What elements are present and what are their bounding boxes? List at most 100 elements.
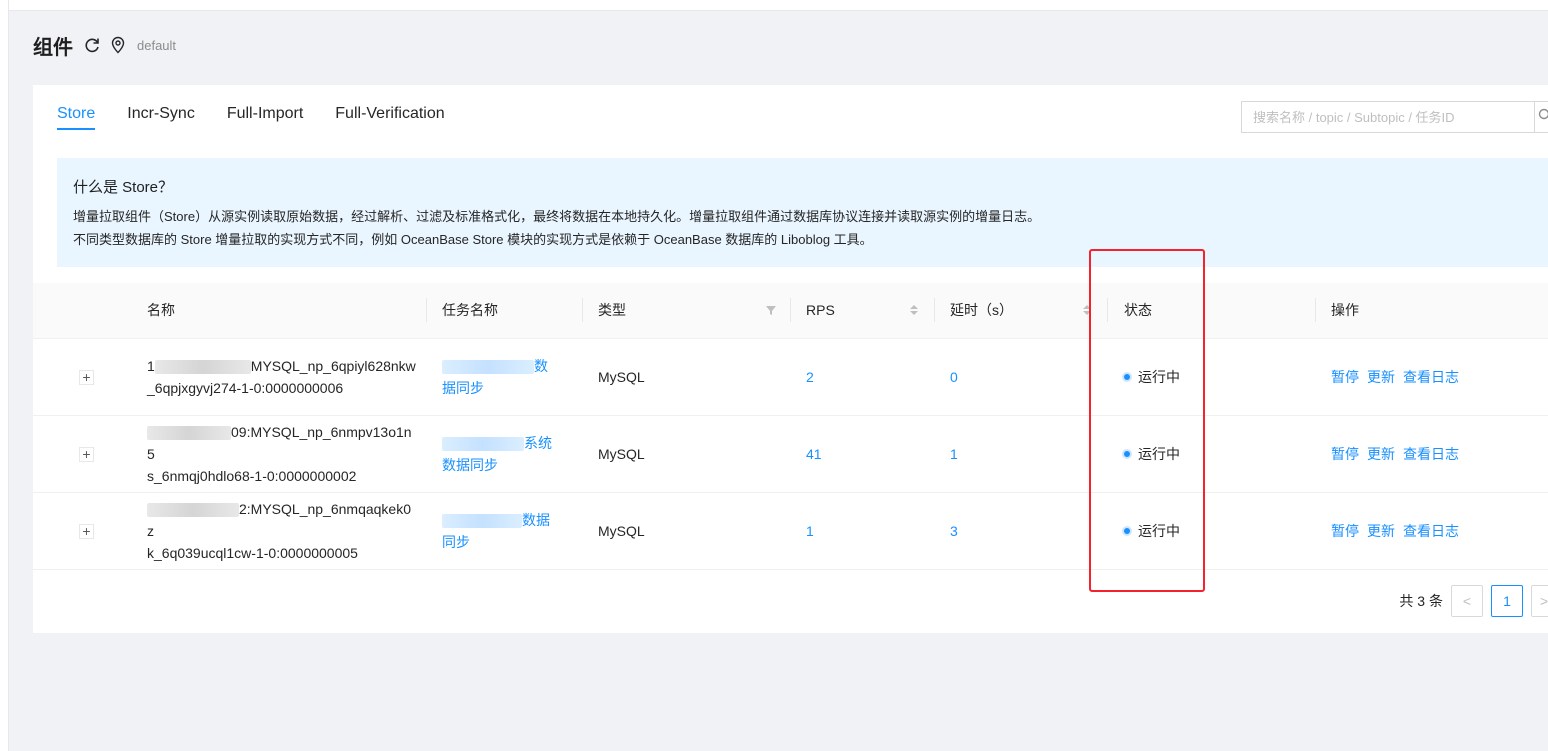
column-header-task: 任务名称 — [442, 302, 498, 318]
delay-value[interactable]: 3 — [950, 493, 958, 569]
column-header-delay: 延时（s） — [950, 302, 1013, 318]
table-row: + 09:MYSQL_np_6nmpv13o1n5 s_6nmqj0hdlo68… — [33, 416, 1548, 493]
prev-page-button[interactable]: < — [1451, 585, 1483, 617]
filter-icon[interactable] — [766, 303, 776, 317]
column-separator — [582, 298, 583, 322]
task-name-line-2: 数据同步 — [442, 457, 498, 473]
tab-incr-sync[interactable]: Incr-Sync — [127, 85, 195, 141]
pause-button[interactable]: 暂停 — [1331, 367, 1359, 387]
column-separator — [426, 298, 427, 322]
expand-row-button[interactable]: + — [79, 369, 94, 385]
info-description-line-2: 不同类型数据库的 Store 增量拉取的实现方式不同，例如 OceanBase … — [73, 232, 873, 247]
status-badge: 运行中 — [1138, 523, 1180, 539]
column-separator — [790, 298, 791, 322]
component-name: 2:MYSQL_np_6nmqaqkek0z k_6q039ucql1cw-1-… — [147, 498, 417, 564]
table-row: + 2:MYSQL_np_6nmqaqkek0z k_6q039ucql1cw-… — [33, 493, 1548, 570]
view-logs-button[interactable]: 查看日志 — [1403, 367, 1459, 387]
expand-row-button[interactable]: + — [79, 523, 94, 539]
top-bar — [0, 0, 1548, 11]
column-header-status: 状态 — [1124, 302, 1152, 318]
expand-cell: + — [79, 339, 94, 415]
pause-button[interactable]: 暂停 — [1331, 521, 1359, 541]
component-name: 09:MYSQL_np_6nmpv13o1n5 s_6nmqj0hdlo68-1… — [147, 421, 417, 487]
tab-full-verification[interactable]: Full-Verification — [335, 85, 444, 141]
status-running-dot — [1124, 528, 1130, 534]
status-badge: 运行中 — [1138, 446, 1180, 462]
name-cell: 1 MYSQL_np_6qpiyl628nkw _6qpjxgyvj274-1-0… — [147, 339, 417, 415]
tab-full-import[interactable]: Full-Import — [227, 85, 303, 141]
info-alert: 什么是 Store？ 增量拉取组件（Store）从源实例读取原始数据，经过解析、… — [57, 158, 1548, 267]
component-name: 1 MYSQL_np_6qpiyl628nkw _6qpjxgyvj274-1-0… — [147, 355, 417, 399]
update-button[interactable]: 更新 — [1367, 521, 1395, 541]
name-line-2: _6qpjxgyvj274-1-0:0000000006 — [147, 380, 344, 396]
column-separator — [934, 298, 935, 322]
task-name-line-2: 同步 — [442, 534, 470, 550]
redacted-mask — [154, 360, 251, 375]
task-name-link[interactable]: 数 据同步 — [442, 355, 562, 399]
redacted-mask — [147, 426, 231, 441]
view-logs-button[interactable]: 查看日志 — [1403, 444, 1459, 464]
next-page-button[interactable]: > — [1531, 585, 1548, 617]
sort-icon[interactable] — [909, 303, 919, 317]
status-cell: 运行中 — [1124, 416, 1180, 492]
page-1-button[interactable]: 1 — [1491, 585, 1523, 617]
ops-cell: 暂停 更新 查看日志 — [1331, 416, 1467, 492]
update-button[interactable]: 更新 — [1367, 367, 1395, 387]
name-cell: 2:MYSQL_np_6nmqaqkek0z k_6q039ucql1cw-1-… — [147, 493, 417, 569]
search-box — [1241, 101, 1548, 133]
location-pin-icon — [109, 36, 127, 54]
namespace-label: default — [137, 37, 177, 53]
name-line-2: s_6nmqj0hdlo68-1-0:0000000002 — [147, 468, 357, 484]
pagination-total: 共 3 条 — [1399, 593, 1443, 609]
column-separator — [1107, 298, 1108, 322]
component-tabs: Store Incr-Sync Full-Import Full-Verific… — [57, 85, 477, 141]
name-prefix: 1 — [147, 358, 155, 374]
column-header-type: 类型 — [598, 302, 626, 318]
status-running-dot — [1124, 451, 1130, 457]
task-name-line-1: 系统 — [524, 435, 552, 451]
rps-value[interactable]: 2 — [806, 339, 814, 415]
status-badge: 运行中 — [1138, 369, 1180, 385]
task-cell: 数据 同步 — [442, 493, 562, 569]
pagination: 共 3 条 < 1 > — [1399, 585, 1548, 617]
type-cell: MySQL — [598, 523, 645, 539]
name-line-2: k_6q039ucql1cw-1-0:0000000005 — [147, 545, 358, 561]
task-cell: 系统 数据同步 — [442, 416, 562, 492]
left-nav-edge — [0, 0, 9, 751]
search-button[interactable] — [1534, 101, 1548, 133]
table-row: + 1 MYSQL_np_6qpiyl628nkw _6qpjxgyvj274-1… — [33, 339, 1548, 416]
status-cell: 运行中 — [1124, 493, 1180, 569]
redacted-mask — [442, 360, 534, 375]
column-header-rps: RPS — [806, 302, 835, 318]
update-button[interactable]: 更新 — [1367, 444, 1395, 464]
info-description-line-1: 增量拉取组件（Store）从源实例读取原始数据，经过解析、过滤及标准格式化，最终… — [73, 209, 1041, 224]
tab-store[interactable]: Store — [57, 85, 96, 141]
expand-cell: + — [79, 493, 94, 569]
page-header: 组件 default — [33, 30, 176, 60]
redacted-mask — [442, 437, 524, 452]
type-cell: MySQL — [598, 369, 645, 385]
info-title: 什么是 Store？ — [73, 179, 174, 196]
search-icon — [1535, 108, 1548, 127]
page-title: 组件 — [33, 36, 73, 59]
pause-button[interactable]: 暂停 — [1331, 444, 1359, 464]
components-table: 名称 任务名称 类型 RPS 延时（s） 状态 操作 + 1 MYSQL_np_… — [33, 283, 1548, 570]
name-line-1: MYSQL_np_6qpiyl628nkw — [250, 358, 416, 374]
status-running-dot — [1124, 374, 1130, 380]
task-name-line-1: 数 — [534, 358, 548, 374]
expand-row-button[interactable]: + — [79, 446, 94, 462]
sort-icon[interactable] — [1082, 303, 1092, 317]
rps-value[interactable]: 41 — [806, 416, 822, 492]
refresh-icon[interactable] — [83, 36, 101, 54]
delay-value[interactable]: 0 — [950, 339, 958, 415]
search-input[interactable] — [1242, 103, 1544, 131]
rps-value[interactable]: 1 — [806, 493, 814, 569]
redacted-mask — [147, 503, 239, 518]
delay-value[interactable]: 1 — [950, 416, 958, 492]
ops-cell: 暂停 更新 查看日志 — [1331, 339, 1467, 415]
expand-cell: + — [79, 416, 94, 492]
column-header-ops: 操作 — [1331, 302, 1359, 318]
task-name-link[interactable]: 系统 数据同步 — [442, 432, 562, 476]
task-name-link[interactable]: 数据 同步 — [442, 509, 562, 553]
view-logs-button[interactable]: 查看日志 — [1403, 521, 1459, 541]
